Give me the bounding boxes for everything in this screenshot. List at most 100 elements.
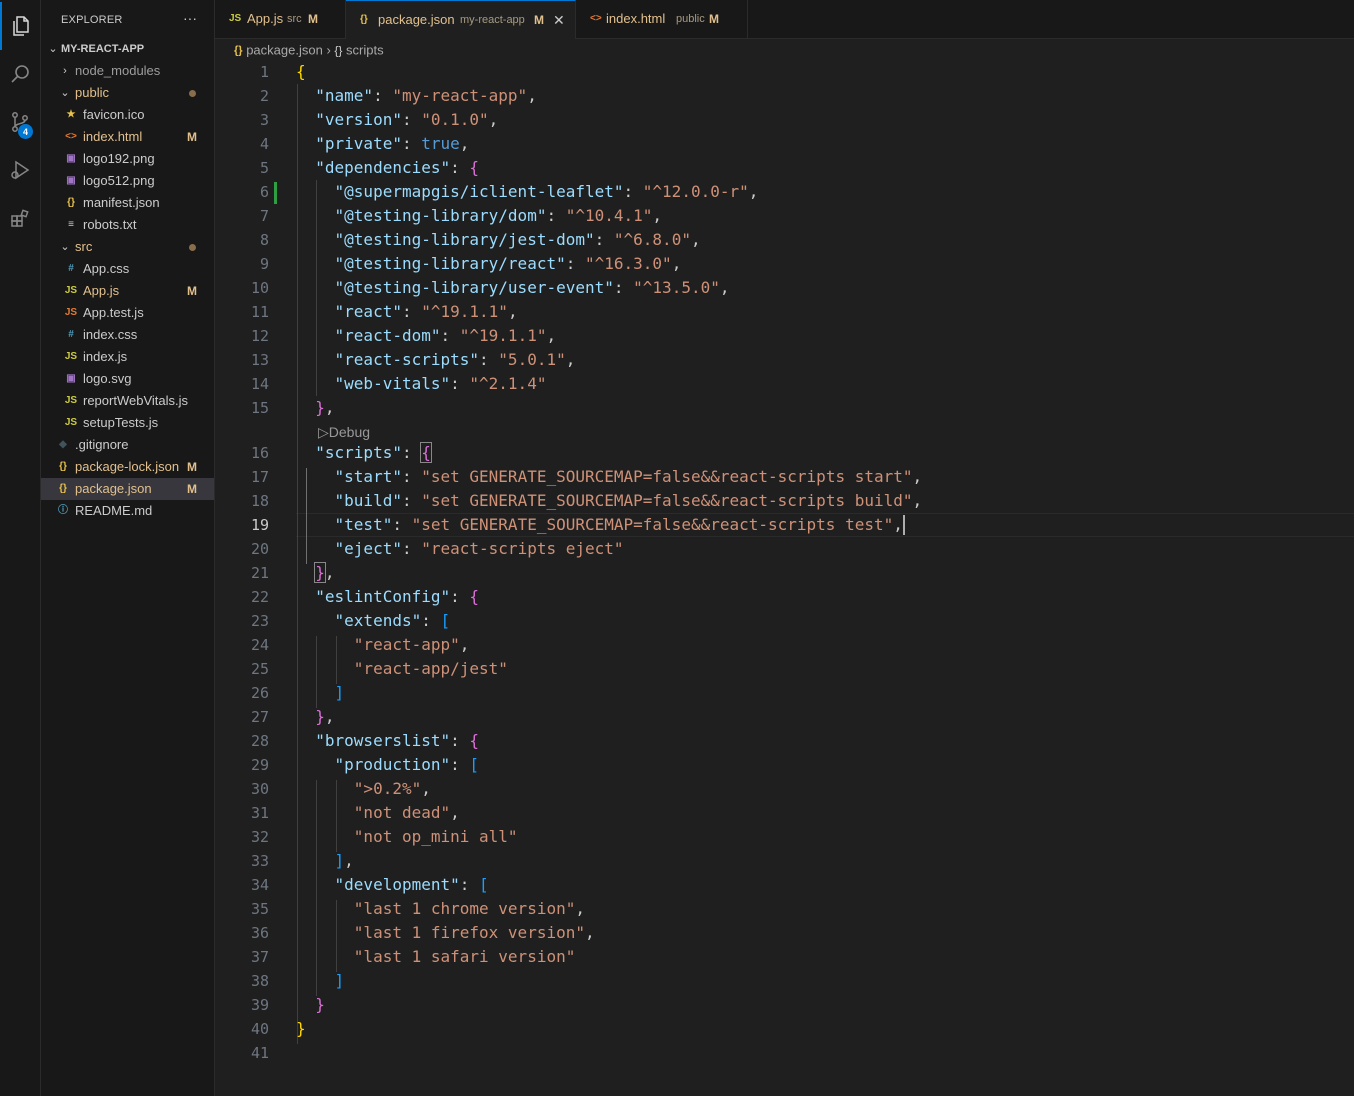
code-token: "@testing-library/dom" bbox=[334, 206, 547, 225]
extensions-button[interactable] bbox=[0, 194, 40, 242]
code-line: "@testing-library/react": "^16.3.0", bbox=[296, 252, 682, 276]
code-token: "set GENERATE_SOURCEMAP=false&&react-scr… bbox=[421, 491, 913, 510]
line-number: 27 bbox=[250, 708, 269, 726]
tree-file[interactable]: ◆ .gitignore bbox=[41, 434, 214, 456]
code-editor[interactable]: 1 {2 "name": "my-react-app", 3 "version": … bbox=[215, 60, 1354, 1096]
code-token: "last 1 safari version" bbox=[353, 947, 576, 966]
code-token: : bbox=[479, 350, 499, 369]
debug-codelens[interactable]: ▷Debug bbox=[318, 423, 370, 441]
extensions-icon bbox=[11, 209, 29, 227]
line-number: 25 bbox=[250, 660, 269, 678]
line-number: 15 bbox=[250, 399, 269, 417]
tree-folder[interactable]: › node_modules bbox=[41, 60, 214, 82]
code-token: : bbox=[401, 134, 422, 153]
explorer-button[interactable] bbox=[0, 2, 40, 50]
code-token: : bbox=[401, 491, 422, 510]
code-token: , bbox=[912, 467, 923, 486]
code-token: "last 1 firefox version" bbox=[353, 923, 585, 942]
breadcrumb-symbol[interactable]: scripts bbox=[346, 43, 384, 58]
tree-file[interactable]: ⓘ README.md bbox=[41, 500, 214, 522]
tree-file[interactable]: {} package-lock.json M bbox=[41, 456, 214, 478]
search-button[interactable] bbox=[0, 50, 40, 98]
codelens-label: Debug bbox=[328, 424, 371, 440]
line-number: 1 bbox=[259, 63, 269, 81]
tab-package-json[interactable]: {} package.json my-react-app M ✕ bbox=[346, 0, 576, 39]
line-number: 37 bbox=[250, 948, 269, 966]
tree-file[interactable]: ★ favicon.ico bbox=[41, 104, 214, 126]
tree-file[interactable]: JS App.js M bbox=[41, 280, 214, 302]
code-token: , bbox=[421, 779, 431, 798]
breadcrumb: {} package.json › {} scripts bbox=[234, 40, 384, 60]
code-line: "last 1 chrome version", bbox=[296, 897, 585, 921]
tree-file[interactable]: JS reportWebVitals.js bbox=[41, 390, 214, 412]
code-token: "not op_mini all" bbox=[353, 827, 518, 846]
file-type-icon: JS bbox=[64, 307, 78, 318]
close-tab-icon[interactable]: ✕ bbox=[553, 1, 565, 39]
source-control-badge: 4 bbox=[18, 124, 33, 139]
code-token: , bbox=[324, 398, 335, 417]
json-file-icon: {} bbox=[360, 14, 368, 25]
tree-folder[interactable]: ⌄ src bbox=[41, 236, 214, 258]
code-token: "scripts" bbox=[315, 443, 402, 462]
file-label: logo512.png bbox=[83, 173, 155, 188]
tree-file[interactable]: {} manifest.json bbox=[41, 192, 214, 214]
line-number: 41 bbox=[250, 1044, 269, 1062]
code-line: "browserslist": { bbox=[296, 729, 479, 753]
code-line: ], bbox=[296, 849, 354, 873]
tree-file[interactable]: <> index.html M bbox=[41, 126, 214, 148]
file-tree: ⌄ MY-REACT-APP › node_modules ⌄ public ★ favi… bbox=[41, 38, 214, 522]
code-token: [ bbox=[469, 755, 480, 774]
tree-file[interactable]: ≡ robots.txt bbox=[41, 214, 214, 236]
code-token: "react-app/jest" bbox=[353, 659, 508, 678]
tree-file[interactable]: ▣ logo.svg bbox=[41, 368, 214, 390]
tree-file[interactable]: # App.css bbox=[41, 258, 214, 280]
tree-file[interactable]: ▣ logo192.png bbox=[41, 148, 214, 170]
tab-index-html[interactable]: <> index.html public M bbox=[576, 0, 748, 38]
file-label: favicon.ico bbox=[83, 107, 145, 122]
tree-file[interactable]: JS App.test.js bbox=[41, 302, 214, 324]
code-token: } bbox=[315, 398, 325, 417]
tree-file[interactable]: ▣ logo512.png bbox=[41, 170, 214, 192]
added-line-marker bbox=[274, 182, 277, 204]
code-token: , bbox=[575, 899, 585, 918]
code-token: ">0.2%" bbox=[353, 779, 422, 798]
code-token: "react" bbox=[334, 302, 402, 321]
source-control-button[interactable] bbox=[0, 98, 40, 146]
tab-app-js[interactable]: JS App.js src M bbox=[215, 0, 346, 38]
tree-file[interactable]: JS index.js bbox=[41, 346, 214, 368]
git-status-badge: M bbox=[187, 130, 197, 144]
tree-file[interactable]: # index.css bbox=[41, 324, 214, 346]
tree-root-folder[interactable]: ⌄ MY-REACT-APP bbox=[41, 38, 214, 60]
code-token: : bbox=[401, 302, 422, 321]
line-number: 22 bbox=[250, 588, 269, 606]
file-label: App.css bbox=[83, 261, 130, 276]
code-token: , bbox=[893, 515, 903, 534]
code-token: { bbox=[296, 62, 306, 81]
code-line: "eject": "react-scripts eject" bbox=[296, 537, 624, 561]
file-label: package.json bbox=[75, 481, 152, 496]
tree-folder[interactable]: ⌄ public bbox=[41, 82, 214, 104]
breadcrumb-file[interactable]: package.json bbox=[246, 43, 323, 58]
more-actions-button[interactable]: ··· bbox=[183, 10, 197, 26]
line-number: 26 bbox=[250, 684, 269, 702]
code-token: : bbox=[373, 86, 393, 105]
file-type-icon: JS bbox=[64, 417, 78, 428]
line-number: 32 bbox=[250, 828, 269, 846]
tree-file[interactable]: {} package.json M bbox=[41, 478, 214, 500]
folder-label: src bbox=[75, 239, 93, 254]
line-number: 35 bbox=[250, 900, 269, 918]
run-debug-button[interactable] bbox=[0, 146, 40, 194]
line-number: 31 bbox=[250, 804, 269, 822]
code-token: : bbox=[401, 110, 422, 129]
code-token: ] bbox=[334, 851, 345, 870]
tree-file[interactable]: JS setupTests.js bbox=[41, 412, 214, 434]
code-token: } bbox=[296, 1019, 306, 1038]
line-number: 9 bbox=[259, 255, 269, 273]
